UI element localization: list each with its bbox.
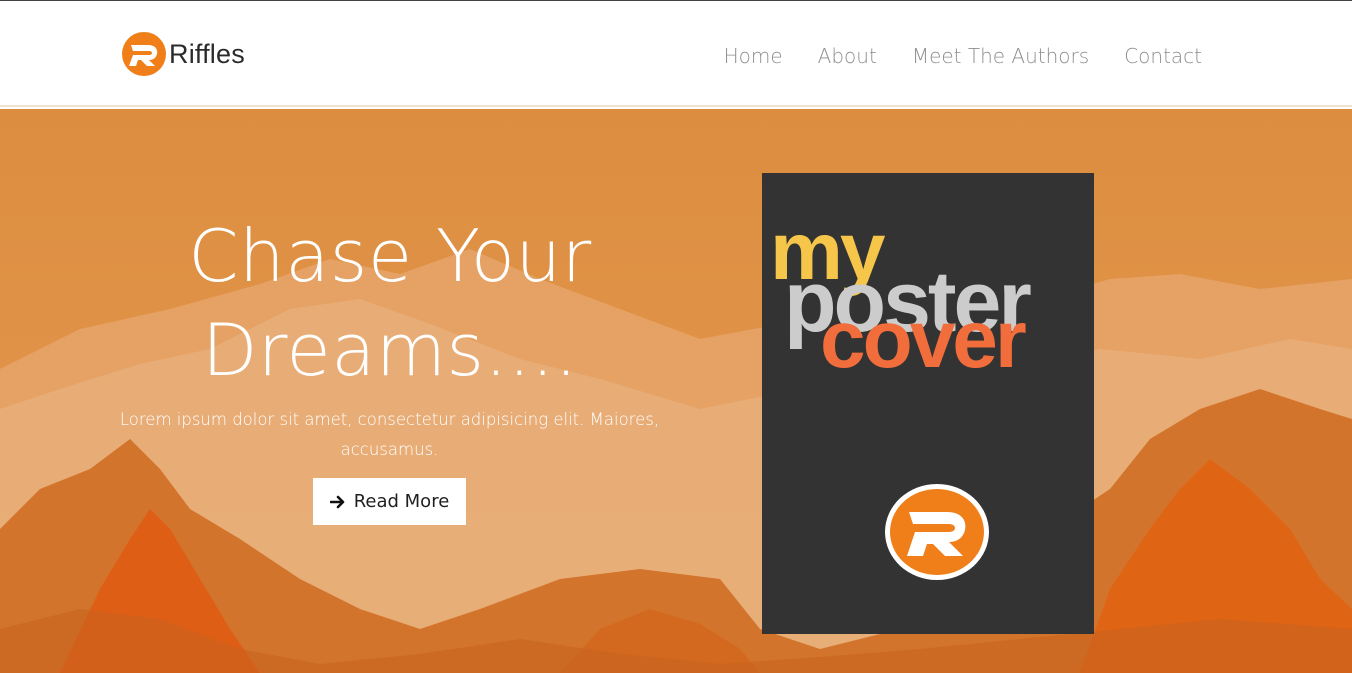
site-header: Riffles Home About Meet The Authors Cont… (0, 1, 1352, 107)
poster-cover-image: my poster cover (762, 173, 1094, 634)
arrow-right-icon (329, 495, 345, 508)
read-more-button[interactable]: Read More (313, 478, 466, 525)
nav-contact-link[interactable]: Contact (1124, 41, 1202, 71)
hero-section: Chase Your Dreams.... Lorem ipsum dolor … (0, 109, 1352, 673)
riffles-logo-icon (122, 32, 166, 76)
brand-name: Riffles (169, 38, 245, 69)
hero-title-line-1: Chase Your (188, 214, 592, 298)
main-nav: Home About Meet The Authors Contact (689, 41, 1202, 71)
nav-meet-the-authors-link[interactable]: Meet The Authors (912, 41, 1089, 71)
riffles-poster-logo-icon (885, 484, 989, 580)
brand-link[interactable]: Riffles (121, 31, 245, 77)
hero-title: Chase Your Dreams.... (120, 209, 660, 397)
poster-word-cover: cover (820, 294, 1027, 385)
nav-about-link[interactable]: About (818, 41, 877, 71)
hero-title-line-2: Dreams.... (201, 308, 579, 392)
read-more-label: Read More (353, 491, 450, 512)
nav-home-link[interactable]: Home (724, 41, 783, 71)
hero-subtitle: Lorem ipsum dolor sit amet, consectetur … (119, 410, 660, 459)
